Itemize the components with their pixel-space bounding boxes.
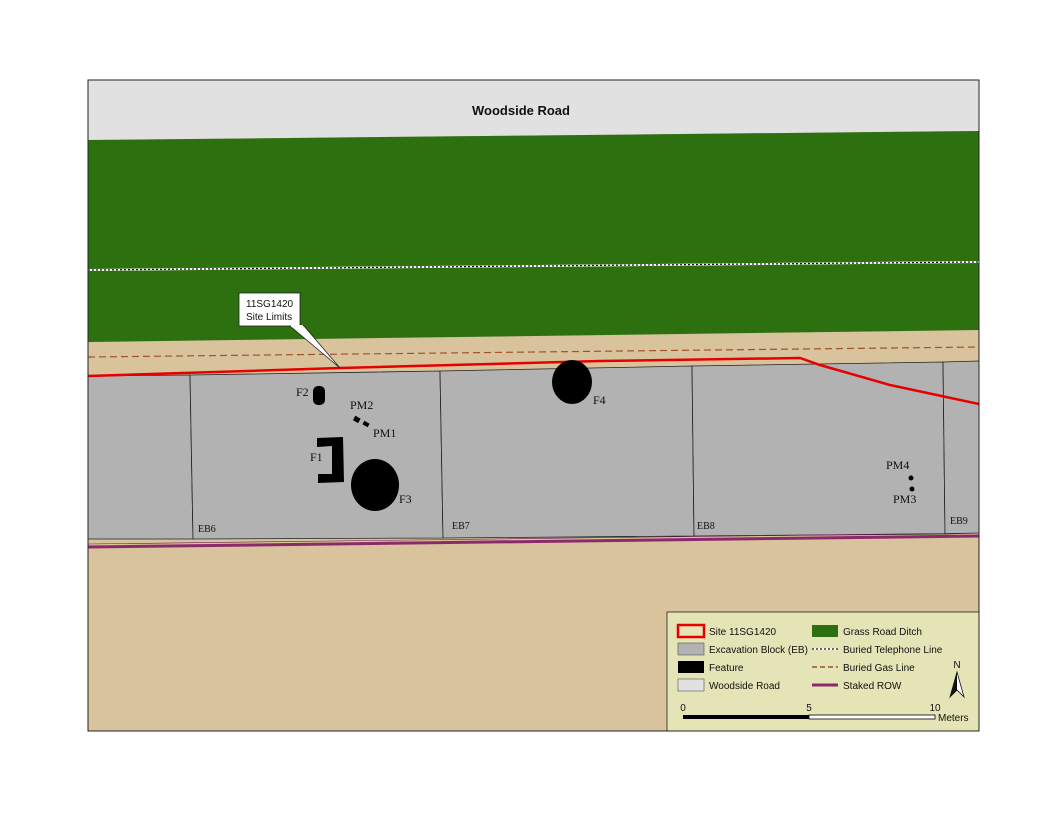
- callout-line1: 11SG1420: [246, 299, 294, 310]
- site-map: Woodside Road F2 PM2 PM1 F1 F3 F4 PM4 PM…: [87, 79, 980, 732]
- grass-road-ditch: [88, 131, 979, 342]
- feature-f2: [313, 386, 325, 405]
- scale-unit: Meters: [938, 713, 969, 724]
- post-mold-label-pm3: PM3: [893, 492, 916, 506]
- black-box-icon: [678, 661, 704, 673]
- gray-box-icon: [677, 642, 705, 656]
- legend-label-telephone: Buried Telephone Line: [843, 645, 943, 656]
- north-label: N: [953, 660, 960, 671]
- legend: Site 11SG1420 Grass Road Ditch Excavatio…: [666, 611, 979, 731]
- excavation-block-eb5: [88, 374, 194, 540]
- post-mold-pm4: [908, 475, 914, 481]
- eb-label-eb8: EB8: [697, 521, 715, 532]
- light-gray-box-icon: [677, 678, 705, 692]
- feature-label-f4: F4: [593, 393, 606, 407]
- legend-label-eb: Excavation Block (EB): [709, 645, 808, 656]
- post-mold-label-pm1: PM1: [373, 426, 396, 440]
- post-mold-label-pm2: PM2: [350, 398, 373, 412]
- feature-label-f1: F1: [310, 450, 323, 464]
- excavation-block-eb9: [942, 360, 979, 535]
- green-box-icon: [812, 625, 838, 637]
- eb-label-eb7: EB7: [452, 521, 470, 532]
- scale-tick-0: 0: [680, 703, 686, 714]
- feature-label-f2: F2: [296, 385, 309, 399]
- feature-label-f3: F3: [399, 492, 412, 506]
- legend-label-feature: Feature: [709, 663, 744, 674]
- callout-line2: Site Limits: [246, 312, 292, 323]
- feature-f4: [552, 360, 592, 404]
- post-mold-label-pm4: PM4: [886, 458, 909, 472]
- post-mold-pm3: [909, 486, 915, 492]
- legend-label-grass: Grass Road Ditch: [843, 627, 922, 638]
- feature-f3: [351, 459, 399, 511]
- legend-label-road: Woodside Road: [709, 681, 780, 692]
- legend-label-site: Site 11SG1420: [709, 627, 777, 638]
- legend-label-row: Staked ROW: [843, 681, 902, 692]
- eb-label-eb6: EB6: [198, 524, 216, 535]
- scale-bar: [683, 714, 936, 720]
- eb-label-eb9: EB9: [950, 516, 968, 527]
- legend-label-gas: Buried Gas Line: [843, 663, 915, 674]
- road-label: Woodside Road: [472, 103, 570, 118]
- map-frame: Woodside Road F2 PM2 PM1 F1 F3 F4 PM4 PM…: [0, 0, 1056, 816]
- scale-tick-5: 5: [806, 703, 812, 714]
